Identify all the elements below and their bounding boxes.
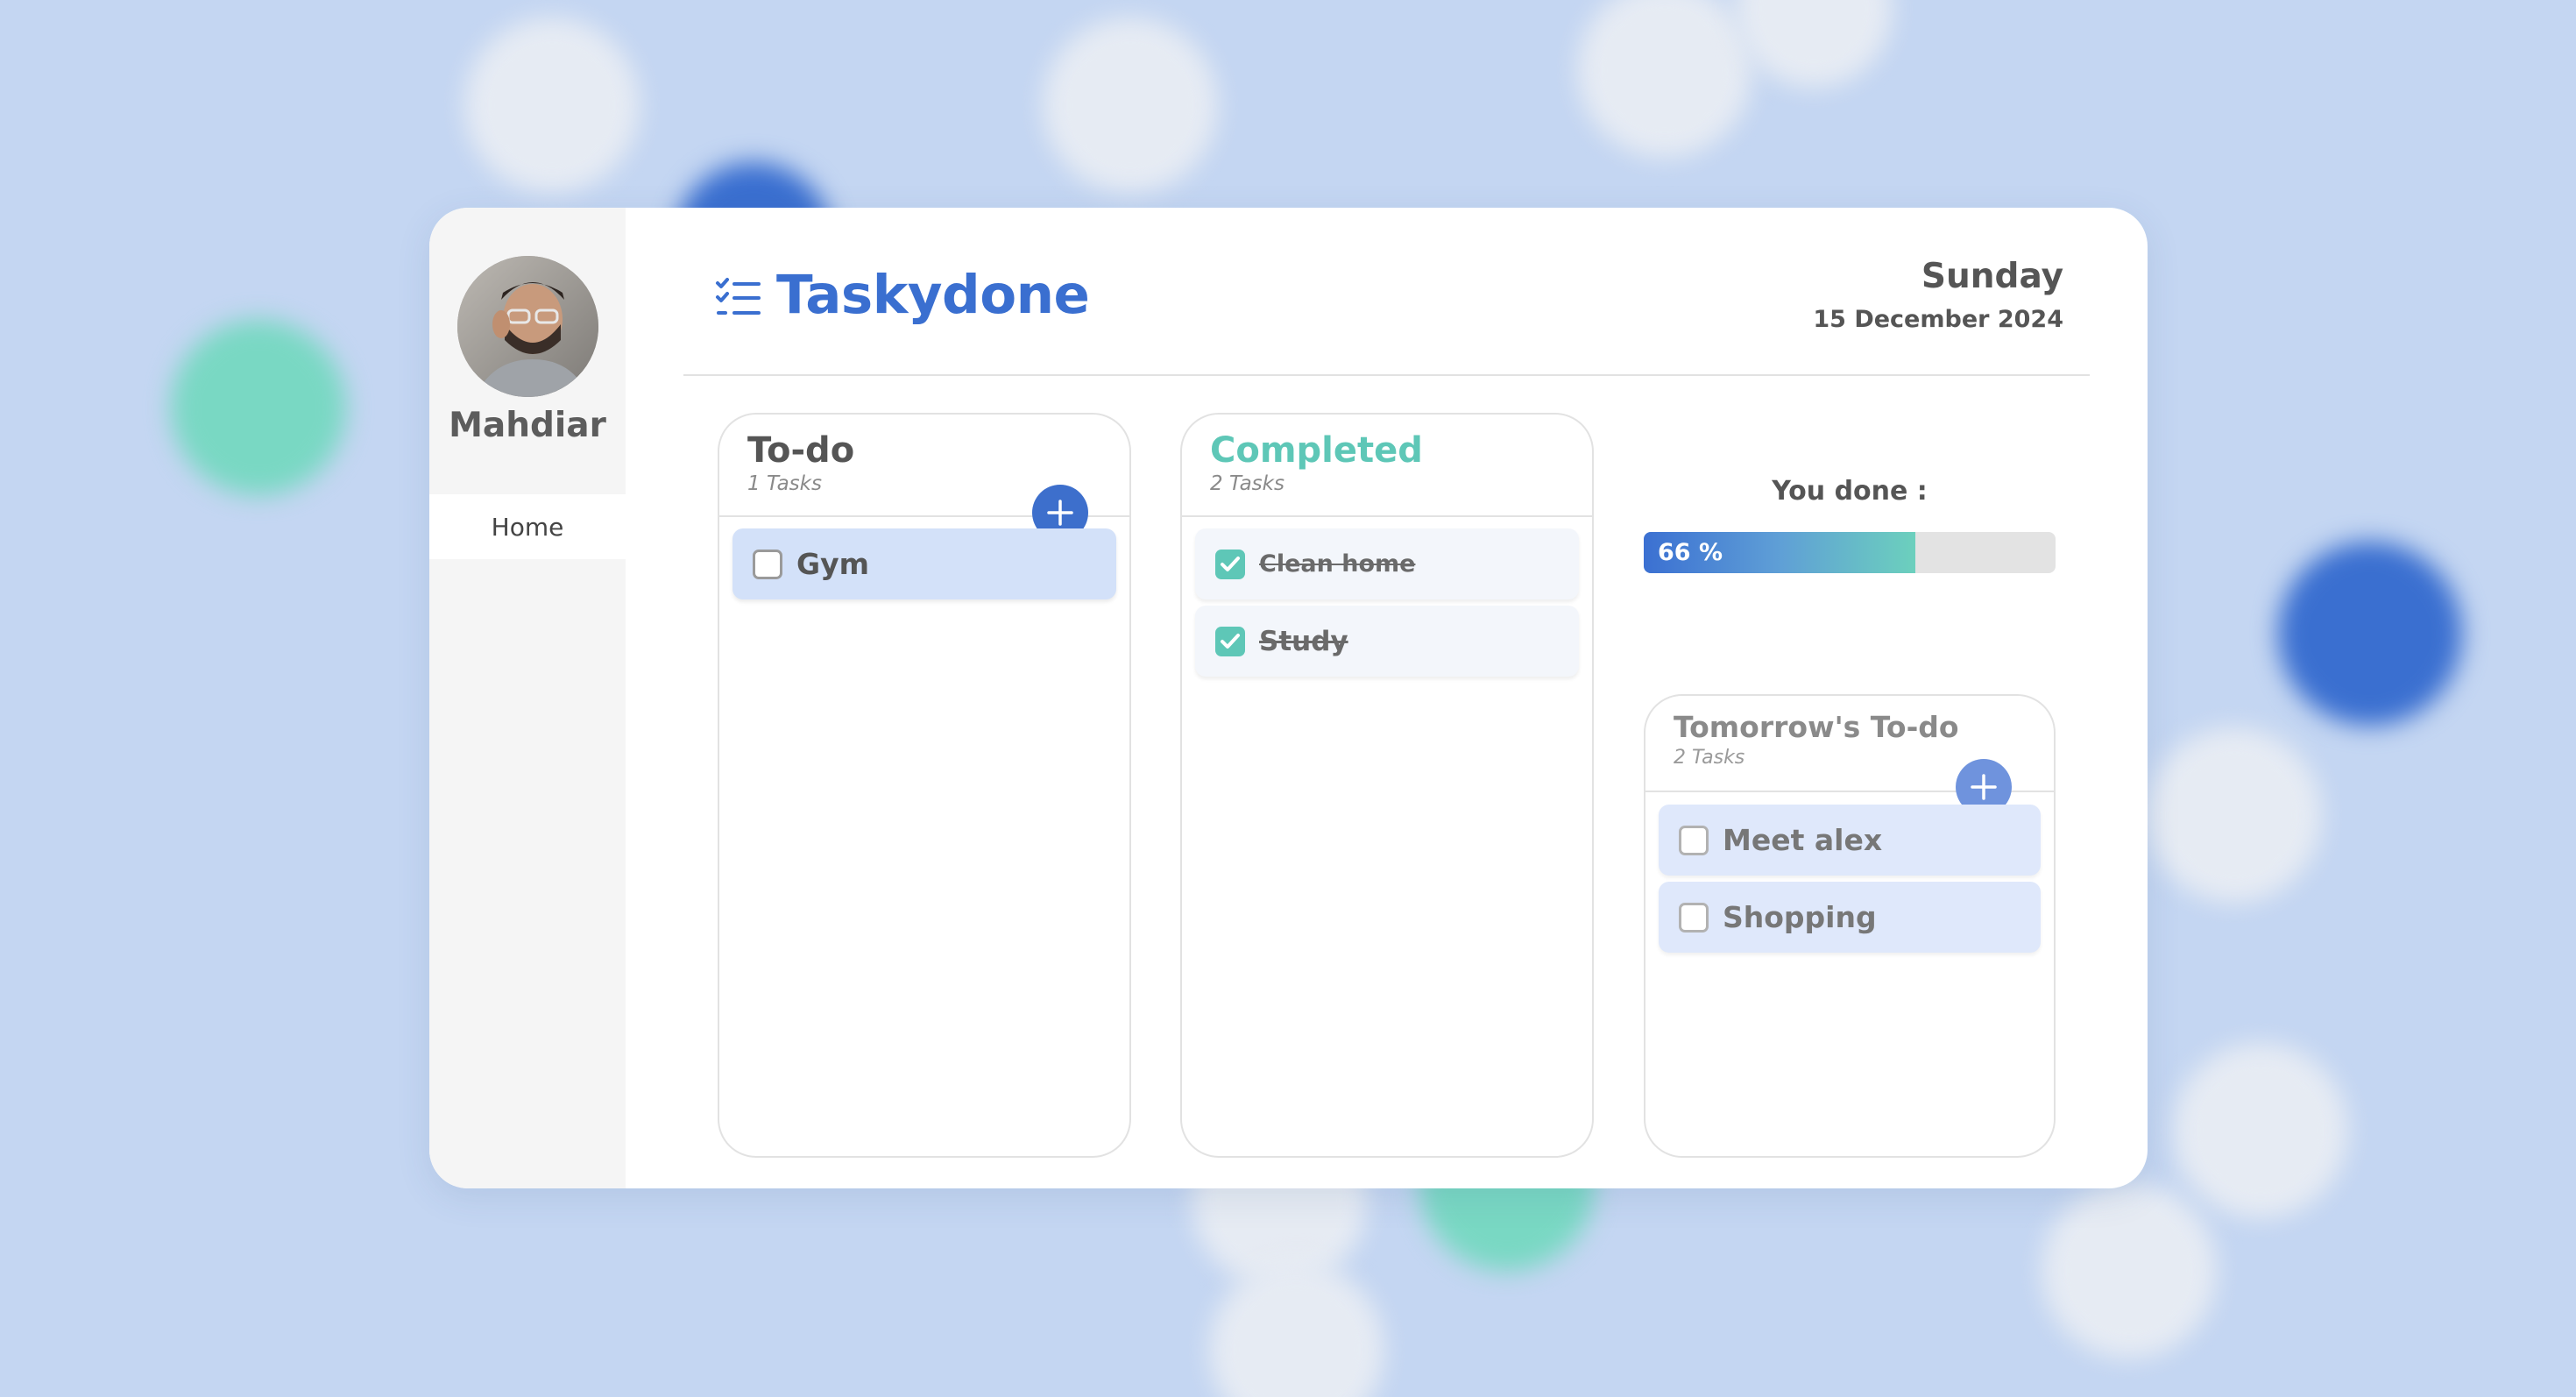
progress-bar: 66 %: [1644, 532, 2056, 573]
tomorrow-panel: Tomorrow's To-do 2 Tasks Meet alex Shopp…: [1644, 694, 2056, 1158]
plus-icon: [1047, 500, 1073, 526]
background-bubble: [464, 18, 640, 193]
task-checkbox-checked[interactable]: [1215, 549, 1245, 579]
background-bubble: [2173, 1043, 2348, 1218]
background-bubble: [1209, 1262, 1384, 1397]
day-name: Sunday: [1921, 257, 2063, 296]
task-checkbox[interactable]: [1679, 902, 1709, 933]
todo-title: To-do: [747, 430, 855, 471]
background-bubble: [1735, 0, 1893, 88]
user-avatar[interactable]: [457, 256, 598, 397]
task-label: Gym: [796, 547, 869, 581]
background-bubble: [171, 320, 346, 495]
tomorrow-title: Tomorrow's To-do: [1674, 710, 1959, 744]
date-text: 15 December 2024: [1813, 306, 2063, 333]
background-bubble: [2042, 1183, 2217, 1358]
task-label: Clean home: [1259, 550, 1416, 578]
todo-count: 1 Tasks: [747, 472, 822, 495]
tomorrow-task-item[interactable]: Shopping: [1659, 882, 2041, 953]
todo-panel: To-do 1 Tasks Gym: [718, 413, 1131, 1158]
user-name: Mahdiar: [449, 406, 606, 445]
progress-label: You done :: [1772, 476, 1928, 507]
todo-task-item[interactable]: Gym: [732, 528, 1116, 599]
checkmark-icon: [1221, 633, 1240, 649]
sidebar-item-home[interactable]: Home: [429, 494, 626, 559]
progress-value: 66 %: [1658, 539, 1723, 566]
task-label: Meet alex: [1723, 823, 1883, 857]
background-bubble: [2147, 727, 2322, 903]
tomorrow-count: 2 Tasks: [1674, 747, 1745, 769]
task-checkbox-checked[interactable]: [1215, 626, 1245, 656]
app-title: Taskydone: [776, 264, 1090, 326]
header-divider: [683, 374, 2090, 376]
plus-icon: [1971, 774, 1997, 800]
checkmark-icon: [1221, 556, 1240, 571]
completed-panel: Completed 2 Tasks Clean home Study: [1180, 413, 1594, 1158]
task-checkbox[interactable]: [753, 549, 782, 579]
main-card: Mahdiar Home Taskydone Sunday 15 Decembe…: [429, 208, 2148, 1188]
task-checkbox[interactable]: [1679, 825, 1709, 855]
completed-title: Completed: [1210, 430, 1423, 471]
progress-fill: 66 %: [1644, 532, 1916, 573]
task-label: Shopping: [1723, 900, 1877, 934]
completed-task-item[interactable]: Study: [1195, 606, 1579, 677]
checklist-icon: [716, 278, 761, 315]
completed-count: 2 Tasks: [1210, 472, 1284, 495]
completed-task-item[interactable]: Clean home: [1195, 528, 1579, 599]
tomorrow-task-item[interactable]: Meet alex: [1659, 805, 2041, 876]
background-bubble: [1577, 0, 1752, 158]
completed-header-divider: [1182, 515, 1592, 517]
sidebar: Mahdiar Home: [429, 208, 626, 1188]
task-label: Study: [1259, 625, 1348, 657]
background-bubble: [1043, 18, 1218, 193]
background-bubble: [2278, 542, 2462, 726]
